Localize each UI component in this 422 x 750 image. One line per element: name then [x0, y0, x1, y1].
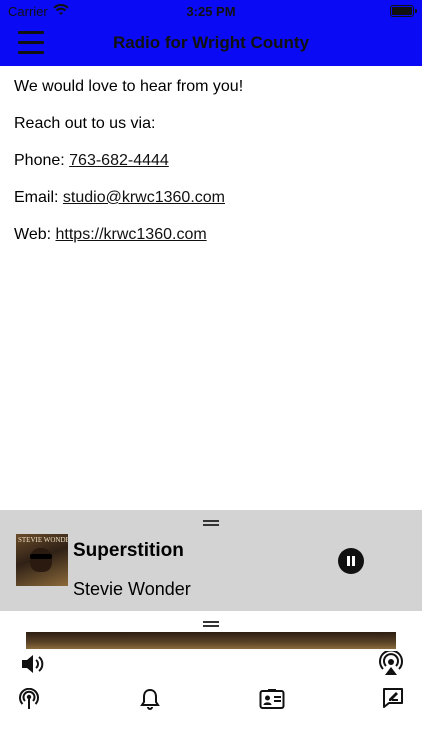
drag-handle[interactable] — [203, 520, 219, 526]
airplay-audio-icon[interactable] — [378, 651, 404, 677]
drawer-drag-handle[interactable] — [203, 621, 219, 627]
email-row: Email: studio@krwc1360.com — [14, 187, 408, 209]
status-time: 3:25 PM — [186, 4, 236, 19]
email-label: Email: — [14, 189, 63, 206]
reach-out-text: Reach out to us via: — [14, 115, 156, 132]
nav-bar: Radio for Wright County — [0, 22, 422, 66]
status-bar: Carrier 3:25 PM — [0, 0, 422, 22]
battery-icon — [390, 5, 417, 17]
phone-link[interactable]: 763-682-4444 — [69, 152, 169, 169]
web-row: Web: https://krwc1360.com — [14, 224, 408, 246]
song-title: Superstition — [73, 540, 184, 561]
album-art-text: STEVIE WONDER — [18, 536, 68, 544]
album-art: STEVIE WONDER — [16, 534, 68, 586]
web-label: Web: — [14, 226, 56, 243]
page-title: Radio for Wright County — [112, 33, 310, 52]
email-link[interactable]: studio@krwc1360.com — [63, 189, 225, 206]
app-header: Carrier 3:25 PM Radio for Wright County — [0, 0, 422, 66]
podcast-broadcast-icon[interactable] — [18, 688, 40, 710]
pause-button[interactable] — [338, 548, 364, 574]
web-link[interactable]: https://krwc1360.com — [56, 226, 207, 243]
artist-name: Stevie Wonder — [73, 579, 191, 599]
intro-text: We would love to hear from you! — [14, 78, 244, 95]
phone-row: Phone: 763-682-4444 — [14, 150, 408, 172]
speaker-volume-icon[interactable] — [20, 652, 46, 676]
bell-icon[interactable] — [140, 688, 160, 710]
player-drawer — [0, 611, 422, 750]
station-banner-image — [26, 632, 396, 649]
contact-card-icon[interactable] — [259, 688, 285, 710]
contact-section: We would love to hear from you! Reach ou… — [14, 76, 408, 261]
message-compose-icon[interactable] — [382, 687, 404, 709]
phone-label: Phone: — [14, 152, 70, 169]
